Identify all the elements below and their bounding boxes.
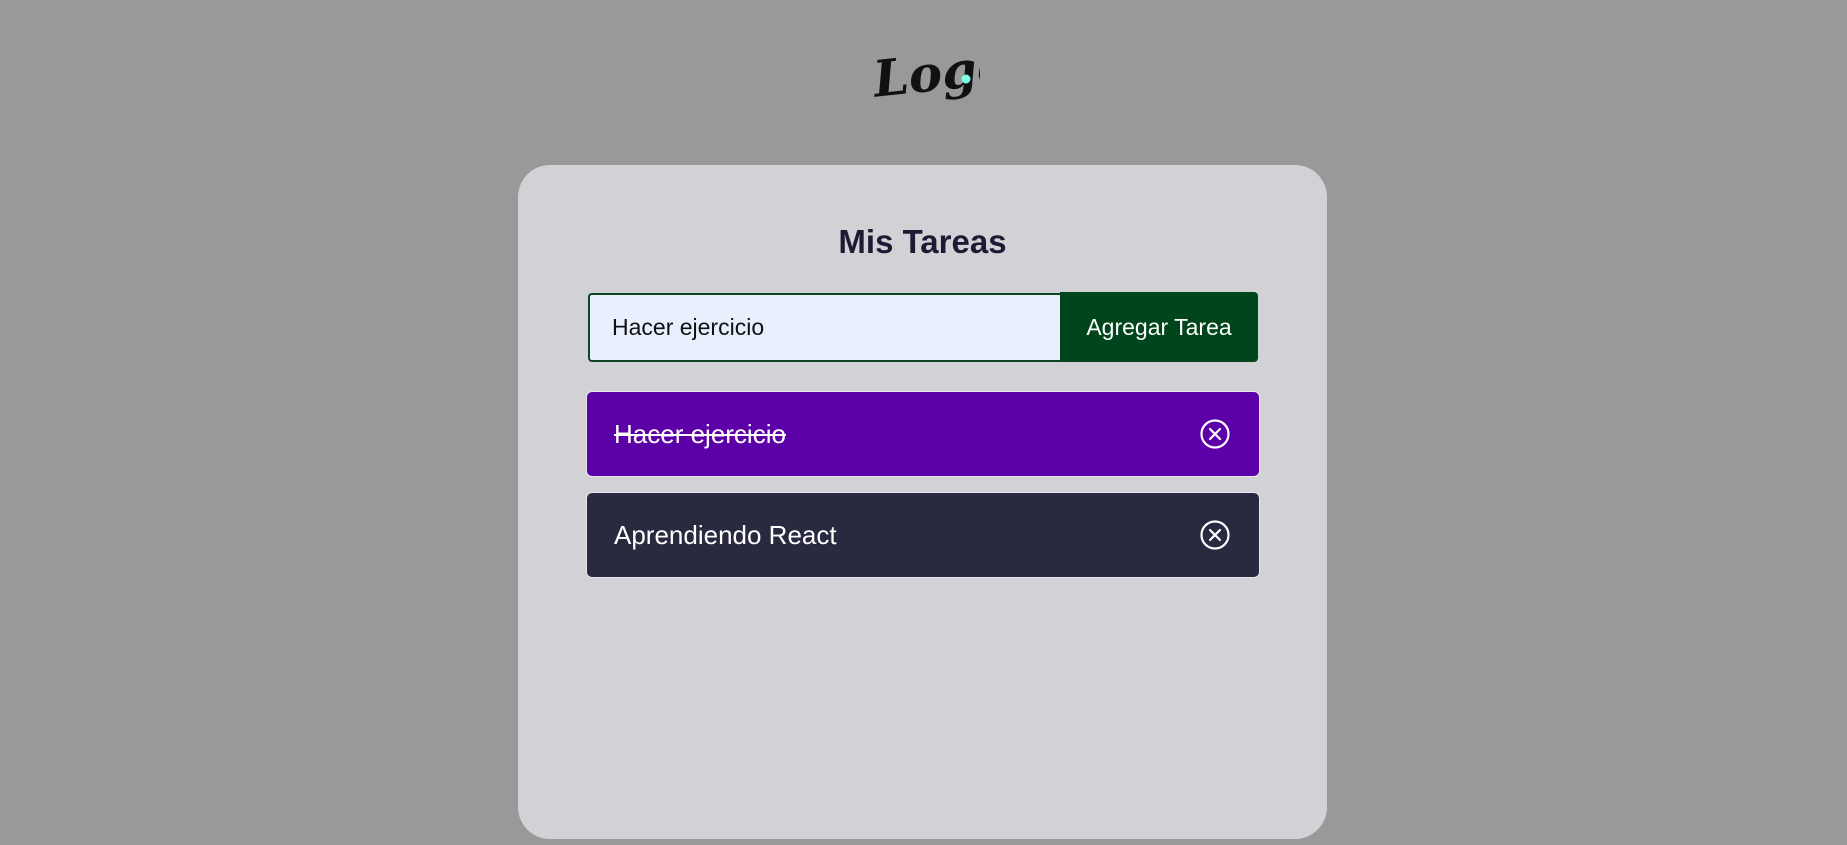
logo: Logo [868, 36, 1012, 126]
logo-text: Logo [870, 36, 980, 109]
close-circle-icon[interactable] [1199, 519, 1231, 551]
task-input[interactable] [588, 293, 1060, 362]
add-task-button[interactable]: Agregar Tarea [1060, 292, 1258, 362]
task-text: Hacer ejercicio [614, 418, 786, 449]
task-item[interactable]: Hacer ejercicio [586, 391, 1260, 477]
page-title: Mis Tareas [838, 223, 1007, 260]
logo-dot [961, 74, 971, 84]
close-circle-icon[interactable] [1199, 418, 1231, 450]
task-form: Agregar Tarea [588, 292, 1258, 362]
logo-image: Logo [868, 36, 1012, 109]
task-item[interactable]: Aprendiendo React [586, 492, 1260, 578]
task-text: Aprendiendo React [614, 519, 837, 550]
todo-card: Mis Tareas Agregar Tarea Hacer ejercicio… [518, 165, 1327, 839]
